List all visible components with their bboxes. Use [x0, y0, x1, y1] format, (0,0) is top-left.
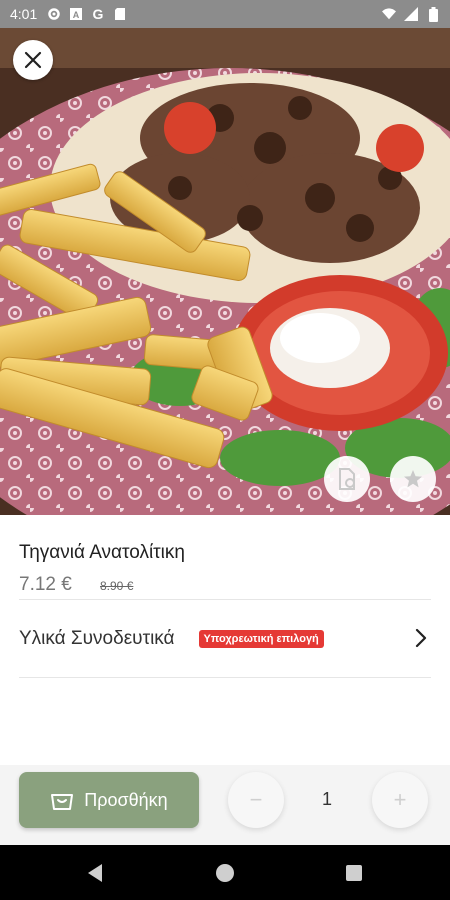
- nav-recent-button[interactable]: [343, 862, 365, 884]
- system-nav-bar: [0, 845, 450, 900]
- a-box-icon: A: [69, 7, 83, 21]
- plus-icon: +: [393, 787, 407, 812]
- extras-label: Υλικά Συνοδευτικά: [19, 627, 175, 649]
- favorite-button[interactable]: [390, 456, 436, 502]
- chevron-right-icon: [415, 628, 427, 648]
- close-icon: [24, 51, 42, 69]
- shopping-bag-icon: [51, 794, 74, 810]
- product-photo: [0, 28, 450, 515]
- svg-text:G: G: [93, 7, 104, 21]
- status-bar: 4:01 A G: [0, 0, 450, 28]
- product-detail-screen: 4:01 A G Τηγανιά Ανατολίτικη 7.12 € 8.90…: [0, 0, 450, 900]
- gear-icon: [47, 7, 61, 21]
- nav-back-button[interactable]: [84, 862, 106, 884]
- action-bar: Προσθήκη − 1 +: [0, 765, 450, 845]
- recent-apps-icon: [346, 865, 362, 881]
- required-badge: Υποχρεωτική επιλογή: [198, 629, 324, 648]
- product-price: 7.12 €: [19, 574, 72, 595]
- minus-icon: −: [249, 787, 263, 812]
- star-icon: [404, 470, 422, 488]
- g-letter-icon: G: [91, 7, 105, 21]
- status-time: 4:01: [10, 6, 38, 22]
- back-triangle-icon: [88, 864, 102, 882]
- add-to-cart-button[interactable]: Προσθήκη: [19, 772, 199, 828]
- product-old-price: 8.90 €: [100, 579, 134, 593]
- product-name: Τηγανιά Ανατολίτικη: [19, 542, 185, 563]
- quantity-value: 1: [321, 789, 332, 809]
- signal-icon: [404, 7, 418, 21]
- wifi-icon: [382, 7, 396, 21]
- nav-home-button[interactable]: [214, 862, 236, 884]
- sd-card-icon: [113, 7, 127, 21]
- divider: [19, 677, 431, 678]
- home-circle-icon: [216, 864, 234, 882]
- increase-quantity-button[interactable]: +: [372, 772, 428, 828]
- decrease-quantity-button[interactable]: −: [228, 772, 284, 828]
- svg-text:A: A: [73, 10, 80, 20]
- battery-icon: [426, 6, 440, 22]
- add-button-label: Προσθήκη: [84, 789, 168, 810]
- extras-row[interactable]: Υλικά Συνοδευτικά Υποχρεωτική επιλογή: [0, 600, 450, 677]
- menu-doc-button[interactable]: [324, 456, 370, 502]
- menu-doc-icon: [339, 468, 355, 490]
- close-button[interactable]: [13, 40, 53, 80]
